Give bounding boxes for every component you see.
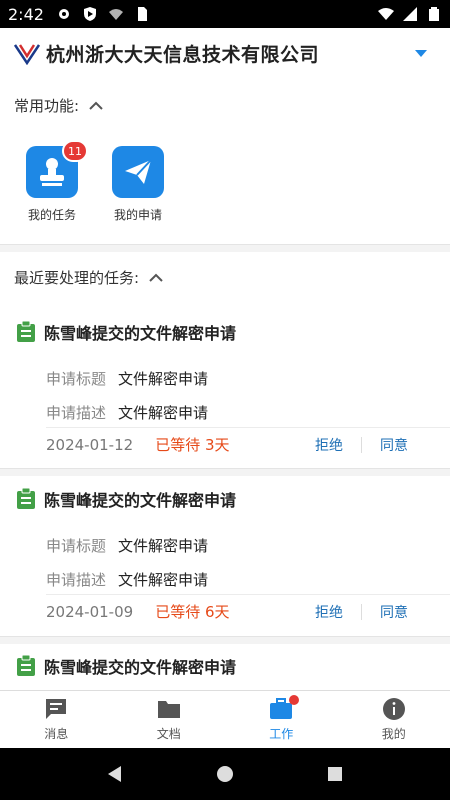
dropdown-caret-icon[interactable] xyxy=(414,48,428,58)
tab-label: 我的 xyxy=(381,727,406,741)
task-header: 陈雪峰提交的文件解密申请 xyxy=(16,487,236,511)
task-footer: 2024-01-09 已等待 6天 拒绝 同意 xyxy=(46,594,450,628)
battery-icon xyxy=(429,7,439,21)
my-applications-label: 我的申请 xyxy=(113,208,162,222)
signal-icon xyxy=(403,7,417,21)
task-key: 申请描述 xyxy=(46,571,107,589)
message-icon xyxy=(46,699,67,719)
task-wait: 已等待 6天 xyxy=(155,603,230,621)
task-title: 陈雪峰提交的文件解密申请 xyxy=(44,658,237,677)
task-key: 申请标题 xyxy=(46,370,107,388)
task-header: 陈雪峰提交的文件解密申请 xyxy=(16,320,236,344)
my-applications-button[interactable]: 我的申请 xyxy=(98,146,178,223)
common-functions-header[interactable]: 常用功能: xyxy=(14,95,103,116)
approve-button[interactable]: 同意 xyxy=(362,435,426,455)
stamp-icon xyxy=(40,158,64,186)
shield-play-icon xyxy=(83,7,96,21)
task-row-title: 申请标题 文件解密申请 xyxy=(46,368,208,389)
sim-card-icon xyxy=(137,7,147,21)
task-row-desc: 申请描述 文件解密申请 xyxy=(46,569,208,590)
info-icon xyxy=(382,698,405,720)
home-icon[interactable] xyxy=(215,764,235,784)
common-functions-label: 常用功能: xyxy=(14,97,80,115)
tab-label: 文档 xyxy=(156,727,181,741)
my-tasks-tile[interactable]: 11 xyxy=(26,140,88,198)
recent-tasks-header[interactable]: 最近要处理的任务: xyxy=(14,267,163,288)
task-value: 文件解密申请 xyxy=(118,571,209,589)
task-footer: 2024-01-12 已等待 3天 拒绝 同意 xyxy=(46,427,450,461)
recents-icon[interactable] xyxy=(325,764,345,784)
tab-messages[interactable]: 消息 xyxy=(0,691,113,748)
folder-icon xyxy=(157,701,180,718)
clipboard-icon xyxy=(17,321,35,342)
chevron-up-icon[interactable] xyxy=(89,101,103,111)
task-count-badge: 11 xyxy=(62,140,88,162)
tab-label: 消息 xyxy=(44,727,69,741)
clipboard-icon xyxy=(17,655,35,676)
wifi-icon xyxy=(378,8,394,20)
system-navigation-bar xyxy=(0,748,450,800)
task-row-desc: 申请描述 文件解密申请 xyxy=(46,402,208,423)
clipboard-icon xyxy=(17,488,35,509)
tab-label: 工作 xyxy=(269,727,294,741)
bottom-tab-bar: 消息 文档 工作 我的 xyxy=(0,690,450,748)
company-title: 杭州浙大大天信息技术有限公司 xyxy=(46,43,320,66)
task-value: 文件解密申请 xyxy=(118,537,209,555)
my-tasks-button[interactable]: 11 我的任务 xyxy=(12,140,92,223)
company-logo xyxy=(14,44,40,65)
task-title: 陈雪峰提交的文件解密申请 xyxy=(44,491,237,510)
recent-tasks-label: 最近要处理的任务: xyxy=(14,269,140,287)
notification-dot xyxy=(289,695,299,705)
status-bar: 2:42 xyxy=(0,0,450,28)
wifi-question-icon xyxy=(108,9,123,20)
task-key: 申请描述 xyxy=(46,404,107,422)
header: 杭州浙大大天信息技术有限公司 xyxy=(0,28,450,78)
task-divider xyxy=(0,468,450,476)
task-wait: 已等待 3天 xyxy=(155,436,230,454)
back-icon[interactable] xyxy=(105,764,125,784)
task-header: 陈雪峰提交的文件解密申请 xyxy=(16,654,236,678)
task-date: 2024-01-12 xyxy=(46,435,134,454)
settings-icon xyxy=(58,9,69,19)
task-value: 文件解密申请 xyxy=(118,370,209,388)
task-row-title: 申请标题 文件解密申请 xyxy=(46,535,208,556)
task-value: 文件解密申请 xyxy=(118,404,209,422)
reject-button[interactable]: 拒绝 xyxy=(297,602,361,622)
paper-plane-icon xyxy=(125,159,152,184)
status-time: 2:42 xyxy=(8,4,44,24)
my-applications-tile[interactable] xyxy=(112,146,164,198)
task-divider xyxy=(0,636,450,644)
tab-work[interactable]: 工作 xyxy=(225,691,338,748)
task-title: 陈雪峰提交的文件解密申请 xyxy=(44,324,237,343)
tab-me[interactable]: 我的 xyxy=(338,691,450,748)
tab-documents[interactable]: 文档 xyxy=(113,691,226,748)
reject-button[interactable]: 拒绝 xyxy=(297,435,361,455)
task-date: 2024-01-09 xyxy=(46,602,134,621)
section-divider xyxy=(0,244,450,252)
task-key: 申请标题 xyxy=(46,537,107,555)
chevron-up-icon[interactable] xyxy=(149,273,163,283)
my-tasks-label: 我的任务 xyxy=(27,208,76,222)
approve-button[interactable]: 同意 xyxy=(362,602,426,622)
